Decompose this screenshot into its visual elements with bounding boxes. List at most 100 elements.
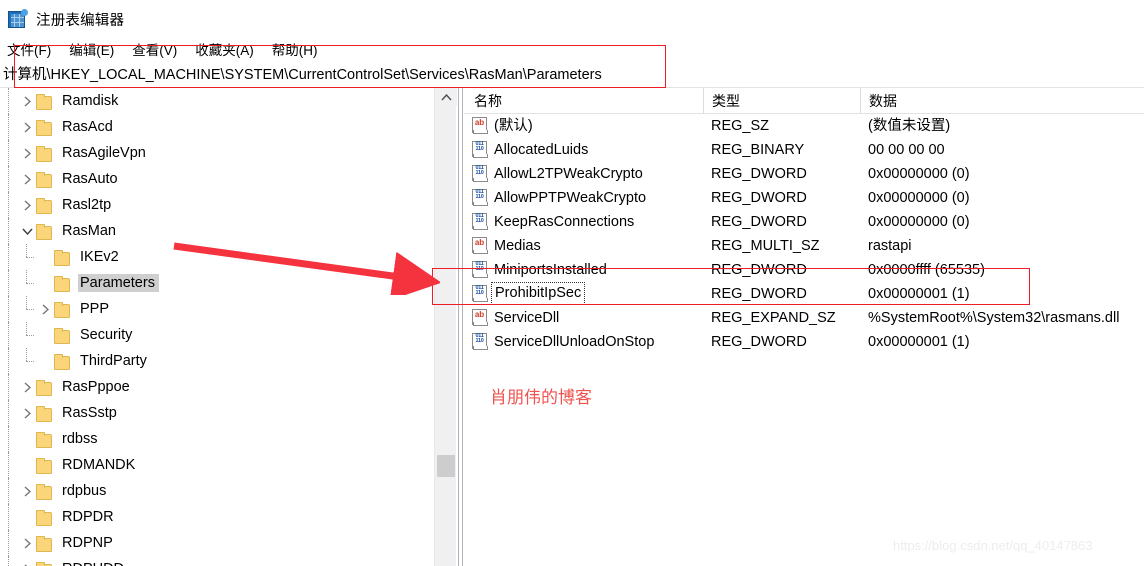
folder-icon [54, 276, 71, 292]
pane-splitter[interactable] [458, 88, 463, 566]
value-name[interactable]: AllocatedLuids [494, 138, 588, 162]
scrollbar-thumb[interactable] [437, 455, 455, 477]
chevron-right-icon[interactable] [18, 192, 36, 218]
tree-item-label: RasAgileVpn [62, 145, 146, 161]
folder-icon [36, 458, 53, 474]
table-row[interactable]: 011 110 KeepRasConnections REG_DWORD 0x00000… [464, 210, 1144, 234]
tree-item-ramdisk[interactable]: Ramdisk [0, 88, 432, 114]
table-row[interactable]: ab Medias REG_MULTI_SZ rastapi [464, 234, 1144, 258]
menu-item-file[interactable]: 文件(F) [7, 39, 60, 59]
column-header-data[interactable]: 数据 [860, 88, 1144, 114]
tree-guideline [0, 192, 18, 218]
tree-item-thirdparty[interactable]: ThirdParty [0, 348, 432, 374]
chevron-right-icon[interactable] [18, 166, 36, 192]
folder-icon [36, 406, 53, 422]
table-row[interactable]: 011 110 ProhibitIpSec REG_DWORD 0x00000001 (… [464, 282, 1144, 306]
tree-item-parameters[interactable]: Parameters [0, 270, 432, 296]
value-name[interactable]: KeepRasConnections [494, 210, 634, 234]
chevron-right-icon[interactable] [18, 556, 36, 566]
chevron-right-icon[interactable] [18, 374, 36, 400]
folder-icon [36, 536, 53, 552]
chevron-right-icon[interactable] [18, 478, 36, 504]
chevron-right-icon[interactable] [18, 140, 36, 166]
tree-item-rdbss[interactable]: rdbss [0, 426, 432, 452]
tree-guideline [0, 88, 18, 114]
tree-item-ppp[interactable]: PPP [0, 296, 432, 322]
folder-icon [36, 380, 53, 396]
folder-icon [54, 354, 71, 370]
tree-item-label: Ramdisk [62, 93, 119, 109]
folder-icon [36, 146, 53, 162]
table-row[interactable]: ab (默认) REG_SZ (数值未设置) [464, 114, 1144, 138]
column-header-name[interactable]: 名称 [464, 88, 703, 114]
registry-values-list[interactable]: 名称 类型 数据 ab (默认) REG_SZ (数值未设置) 011 110 Alloca… [464, 88, 1144, 566]
tree-item-rassstp[interactable]: RasSstp [0, 400, 432, 426]
tree-guideline [0, 218, 18, 244]
value-name[interactable]: (默认) [494, 114, 533, 138]
value-name[interactable]: AllowL2TPWeakCrypto [494, 162, 643, 186]
menu-item-view[interactable]: 查看(V) [132, 39, 186, 59]
folder-icon [36, 224, 53, 240]
value-name[interactable]: ProhibitIpSec [490, 282, 586, 305]
tree-item-rasacd[interactable]: RasAcd [0, 114, 432, 140]
table-row[interactable]: 011 110 AllowL2TPWeakCrypto REG_DWORD 0x0000… [464, 162, 1144, 186]
value-data: 0x00000000 (0) [868, 214, 970, 230]
tree-guideline [18, 296, 36, 322]
tree-item-rdmandk[interactable]: RDMANDK [0, 452, 432, 478]
scroll-up-arrow[interactable] [435, 88, 457, 106]
tree-item-rasagilevpn[interactable]: RasAgileVpn [0, 140, 432, 166]
tree-item-raspppoe[interactable]: RasPppoe [0, 374, 432, 400]
tree-item-ikev2[interactable]: IKEv2 [0, 244, 432, 270]
chevron-right-icon[interactable] [36, 296, 54, 322]
folder-icon [36, 172, 53, 188]
table-row[interactable]: 011 110 AllowPPTPWeakCrypto REG_DWORD 0x0000… [464, 186, 1144, 210]
chevron-right-icon[interactable] [18, 114, 36, 140]
chevron-right-icon[interactable] [18, 400, 36, 426]
tree-guideline [18, 270, 36, 296]
chevron-down-icon[interactable] [18, 218, 36, 244]
table-row[interactable]: 011 110 MiniportsInstalled REG_DWORD 0x0000f… [464, 258, 1144, 282]
tree-guideline [0, 530, 18, 556]
tree-item-rasman[interactable]: RasMan [0, 218, 432, 244]
tree-item-security[interactable]: Security [0, 322, 432, 348]
value-data: 0x00000000 (0) [868, 166, 970, 182]
menu-item-help[interactable]: 帮助(H) [272, 39, 327, 59]
value-name[interactable]: Medias [494, 234, 541, 258]
tree-item-rasauto[interactable]: RasAuto [0, 166, 432, 192]
value-name[interactable]: AllowPPTPWeakCrypto [494, 186, 646, 210]
annotation-note: 肖朋伟的博客 [490, 388, 592, 407]
binary-value-icon: 011 110 [472, 285, 489, 302]
table-row[interactable]: ab ServiceDll REG_EXPAND_SZ %SystemRoot%\Sy… [464, 306, 1144, 330]
menu-item-favorites[interactable]: 收藏夹(A) [195, 39, 263, 59]
tree-item-label: RDPUDD [60, 560, 128, 566]
value-name[interactable]: ServiceDllUnloadOnStop [494, 330, 654, 354]
tree-guideline [18, 322, 36, 348]
tree-item-rdpdr[interactable]: RDPDR [0, 504, 432, 530]
column-header-type[interactable]: 类型 [703, 88, 860, 114]
tree-item-label: RasAuto [62, 171, 118, 187]
folder-icon [36, 562, 53, 566]
table-row[interactable]: 011 110 ServiceDllUnloadOnStop REG_DWORD 0x0… [464, 330, 1144, 354]
value-type: REG_BINARY [711, 142, 805, 158]
address-path[interactable]: 计算机\HKEY_LOCAL_MACHINE\SYSTEM\CurrentCon… [0, 63, 602, 84]
table-row[interactable]: 011 110 AllocatedLuids REG_BINARY 00 00 00 0… [464, 138, 1144, 162]
value-data: (数值未设置) [868, 118, 951, 134]
address-bar[interactable]: 计算机\HKEY_LOCAL_MACHINE\SYSTEM\CurrentCon… [0, 60, 1144, 88]
content-area: Ramdisk RasAcd RasAgileVpn RasAuto Rasl2tp Ra… [0, 88, 1144, 566]
tree-item-rdpbus[interactable]: rdpbus [0, 478, 432, 504]
chevron-right-icon[interactable] [18, 88, 36, 114]
menu-item-edit[interactable]: 编辑(E) [69, 39, 123, 59]
tree-vertical-scrollbar[interactable] [434, 88, 457, 566]
tree-item-rdpnp[interactable]: RDPNP [0, 530, 432, 556]
value-type: REG_MULTI_SZ [711, 238, 820, 254]
tree-item-label: RDPNP [62, 535, 113, 551]
registry-tree[interactable]: Ramdisk RasAcd RasAgileVpn RasAuto Rasl2tp Ra… [0, 88, 432, 566]
value-name[interactable]: MiniportsInstalled [494, 258, 607, 282]
chevron-right-icon[interactable] [18, 530, 36, 556]
tree-item-rdpudd[interactable]: RDPUDD [0, 556, 432, 566]
tree-item-label: Rasl2tp [62, 197, 112, 213]
tree-item-rasl2tp[interactable]: Rasl2tp [0, 192, 432, 218]
value-name[interactable]: ServiceDll [494, 306, 559, 330]
binary-value-icon: 011 110 [472, 333, 489, 350]
